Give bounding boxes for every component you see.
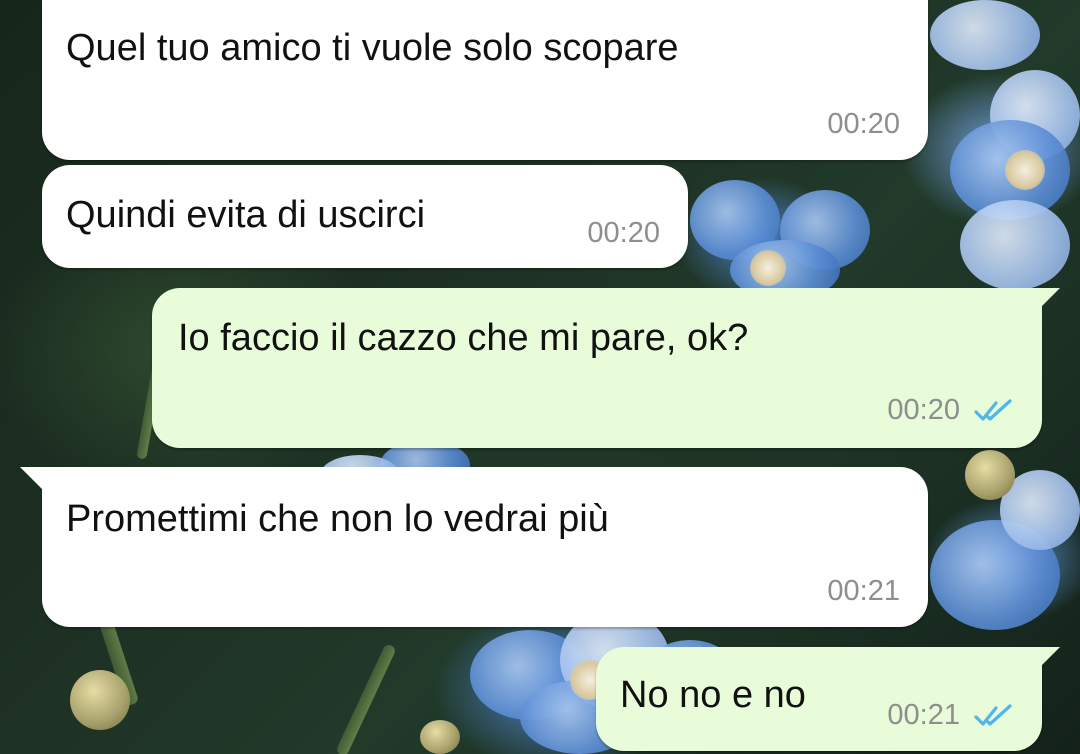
message-time: 00:21 bbox=[827, 575, 900, 607]
message-time: 00:21 bbox=[887, 699, 960, 731]
incoming-message[interactable]: Quel tuo amico ti vuole solo scopare 00:… bbox=[42, 0, 928, 160]
message-time-status: 00:20 bbox=[887, 394, 1016, 426]
message-text: Quel tuo amico ti vuole solo scopare bbox=[66, 27, 679, 69]
outgoing-message[interactable]: No no e no 00:21 bbox=[596, 647, 1042, 751]
outgoing-bubble-tail bbox=[1040, 288, 1060, 308]
message-text: Io faccio il cazzo che mi pare, ok? bbox=[178, 317, 749, 359]
message-text: Promettimi che non lo vedrai più bbox=[66, 498, 609, 540]
incoming-message[interactable]: Quindi evita di uscirci 00:20 bbox=[42, 165, 688, 268]
message-time-status: 00:21 bbox=[887, 699, 1016, 731]
incoming-message[interactable]: Promettimi che non lo vedrai più 00:21 bbox=[42, 467, 928, 627]
message-list[interactable]: Quel tuo amico ti vuole solo scopare 00:… bbox=[0, 0, 1080, 754]
incoming-bubble-tail bbox=[20, 467, 42, 489]
message-text: No no e no bbox=[620, 674, 806, 716]
message-text: Quindi evita di uscirci bbox=[66, 194, 426, 236]
outgoing-bubble-tail bbox=[1040, 647, 1060, 667]
double-check-icon bbox=[974, 704, 1012, 726]
message-time: 00:20 bbox=[587, 217, 660, 249]
message-time: 00:20 bbox=[827, 108, 900, 140]
message-time: 00:20 bbox=[887, 394, 960, 426]
outgoing-message[interactable]: Io faccio il cazzo che mi pare, ok? 00:2… bbox=[152, 288, 1042, 448]
double-check-icon bbox=[974, 399, 1012, 421]
